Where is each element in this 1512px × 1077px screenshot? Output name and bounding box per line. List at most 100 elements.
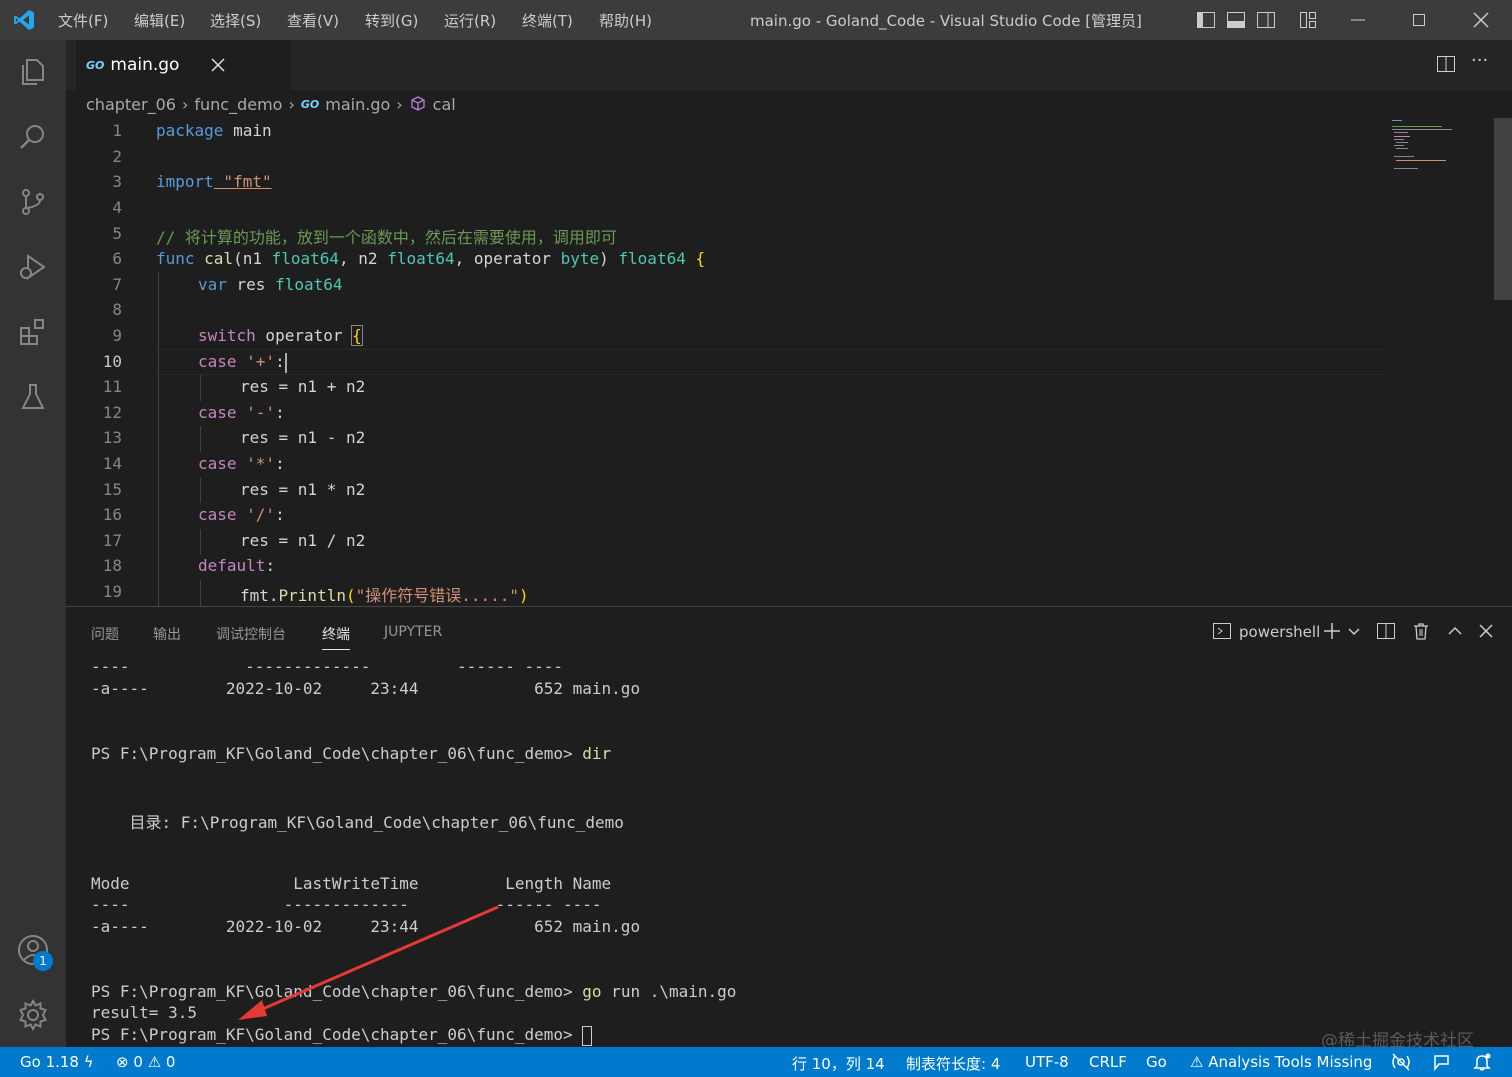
current-line-highlight xyxy=(156,349,1386,375)
chevron-up-icon[interactable] xyxy=(1446,622,1464,640)
line-number: 5 xyxy=(112,224,122,243)
terminal-output-result: result= 3.5 xyxy=(91,1003,197,1022)
analysis-tools[interactable]: ⚠ Analysis Tools Missing xyxy=(1190,1053,1372,1071)
explorer-icon[interactable] xyxy=(13,52,53,92)
bottom-panel: 问题 输出 调试控制台 终端 JUPYTER powershell ---- -… xyxy=(66,606,1512,1051)
warning-icon: ⚠ xyxy=(1190,1053,1204,1071)
line-ending[interactable]: CRLF xyxy=(1089,1053,1127,1071)
breadcrumb-folder[interactable]: func_demo xyxy=(194,95,282,114)
close-tab-icon[interactable] xyxy=(211,58,225,72)
tab-debug-console[interactable]: 调试控制台 xyxy=(216,624,286,644)
line-number: 13 xyxy=(102,428,122,447)
line-number: 4 xyxy=(112,198,122,217)
indent-guide xyxy=(200,375,201,401)
chevron-right-icon: › xyxy=(396,94,403,114)
breadcrumb: chapter_06 › func_demo › GO main.go › ca… xyxy=(66,90,1512,118)
menu-selection[interactable]: 选择(S) xyxy=(210,10,261,31)
code-line: case '-': xyxy=(198,403,285,422)
line-number: 16 xyxy=(102,505,122,524)
toggle-secondary-sidebar-icon[interactable] xyxy=(1256,10,1276,30)
toggle-panel-icon[interactable] xyxy=(1226,10,1246,30)
indent-guide xyxy=(200,426,201,452)
line-number: 6 xyxy=(112,249,122,268)
cursor-position[interactable]: 行 10，列 14 xyxy=(792,1053,885,1074)
code-line: case '/': xyxy=(198,505,285,524)
menu-run[interactable]: 运行(R) xyxy=(444,10,496,31)
problems-summary[interactable]: ⊗ 0 ⚠ 0 xyxy=(116,1053,175,1071)
tab-output[interactable]: 输出 xyxy=(153,624,181,644)
plus-icon[interactable] xyxy=(1322,621,1342,641)
minimize-icon[interactable] xyxy=(1348,10,1368,30)
close-panel-icon[interactable] xyxy=(1478,623,1494,639)
code-editor[interactable]: 1 2 3 4 5 6 7 8 9 10 11 12 13 14 15 16 1… xyxy=(66,118,1512,606)
menu-go[interactable]: 转到(G) xyxy=(365,10,418,31)
encoding[interactable]: UTF-8 xyxy=(1025,1053,1069,1071)
close-window-icon[interactable] xyxy=(1471,10,1491,30)
accounts-badge: 1 xyxy=(33,951,53,971)
tab-label: main.go xyxy=(110,55,180,75)
line-number: 7 xyxy=(112,275,122,294)
menu-terminal[interactable]: 终端(T) xyxy=(522,10,573,31)
notifications-bell-icon[interactable] xyxy=(1472,1052,1492,1072)
editor-tabs-bar: GO main.go ··· xyxy=(66,40,1512,90)
window-title: main.go - Goland_Code - Visual Studio Co… xyxy=(750,12,1142,30)
run-debug-icon[interactable] xyxy=(13,247,53,287)
tab-terminal[interactable]: 终端 xyxy=(322,624,350,650)
menu-help[interactable]: 帮助(H) xyxy=(599,10,652,31)
annotation-arrow xyxy=(238,905,499,1020)
warning-icon: ⚠ xyxy=(147,1053,162,1071)
lightning-icon: ϟ xyxy=(83,1053,94,1071)
terminal-line: -a---- 2022-10-02 23:44 652 main.go xyxy=(91,679,641,698)
terminal-prompt[interactable]: PS F:\Program_KF\Goland_Code\chapter_06\… xyxy=(91,1025,593,1046)
terminal-line: PS F:\Program_KF\Goland_Code\chapter_06\… xyxy=(91,744,612,763)
code-line: var res float64 xyxy=(198,275,343,294)
code-line: func cal(n1 float64, n2 float64, operato… xyxy=(156,249,706,268)
editor-scrollbar[interactable] xyxy=(1494,118,1512,300)
split-terminal-icon[interactable] xyxy=(1376,621,1396,641)
code-line: res = n1 + n2 xyxy=(240,377,366,396)
toggle-primary-sidebar-icon[interactable] xyxy=(1196,10,1216,30)
tab-problems[interactable]: 问题 xyxy=(91,624,119,644)
line-number: 18 xyxy=(102,556,122,575)
breadcrumb-file[interactable]: main.go xyxy=(325,95,390,114)
trash-icon[interactable] xyxy=(1411,621,1431,641)
line-number: 14 xyxy=(102,454,122,473)
menu-file[interactable]: 文件(F) xyxy=(58,10,108,31)
more-actions-icon[interactable]: ··· xyxy=(1471,50,1488,71)
tab-size[interactable]: 制表符长度: 4 xyxy=(906,1053,1000,1074)
go-version[interactable]: Go 1.18 ϟ xyxy=(20,1053,94,1071)
maximize-icon[interactable] xyxy=(1409,10,1429,30)
language-mode[interactable]: Go xyxy=(1146,1053,1167,1071)
feedback-icon[interactable] xyxy=(1432,1052,1452,1072)
manage-gear-icon[interactable] xyxy=(13,995,53,1035)
line-number: 1 xyxy=(112,121,122,140)
shell-name[interactable]: powershell xyxy=(1239,623,1320,641)
split-editor-icon[interactable] xyxy=(1436,54,1456,74)
testing-icon[interactable] xyxy=(13,377,53,417)
source-control-icon[interactable] xyxy=(13,182,53,222)
broadcast-off-icon[interactable] xyxy=(1390,1052,1412,1072)
breadcrumb-chapter[interactable]: chapter_06 xyxy=(86,95,176,114)
line-number: 19 xyxy=(102,582,122,601)
search-icon[interactable] xyxy=(13,117,53,157)
minimap[interactable] xyxy=(1390,118,1490,178)
extensions-icon[interactable] xyxy=(13,312,53,352)
indent-guide xyxy=(158,272,159,606)
menu-edit[interactable]: 编辑(E) xyxy=(134,10,185,31)
code-line: res = n1 * n2 xyxy=(240,480,366,499)
chevron-down-icon[interactable] xyxy=(1347,625,1361,639)
breadcrumb-symbol[interactable]: cal xyxy=(433,95,456,114)
title-bar: 文件(F) 编辑(E) 选择(S) 查看(V) 转到(G) 运行(R) 终端(T… xyxy=(0,0,1512,40)
error-icon: ⊗ xyxy=(116,1053,129,1071)
tab-main-go[interactable]: GO main.go xyxy=(76,40,291,90)
indent-guide xyxy=(200,529,201,555)
line-number: 8 xyxy=(112,300,122,319)
customize-layout-icon[interactable] xyxy=(1298,10,1318,30)
cube-symbol-icon xyxy=(411,96,425,111)
tab-jupyter[interactable]: JUPYTER xyxy=(384,624,442,640)
line-number: 2 xyxy=(112,147,122,166)
code-line: import "fmt" xyxy=(156,172,272,191)
text-cursor xyxy=(284,352,287,373)
menu-view[interactable]: 查看(V) xyxy=(287,10,339,31)
code-line: default: xyxy=(198,556,276,575)
